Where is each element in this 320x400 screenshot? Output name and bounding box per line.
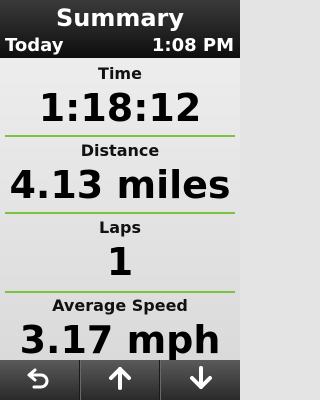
stat-value: 3.17 mph xyxy=(19,318,221,360)
time-label: 1:08 PM xyxy=(151,35,234,56)
summary-list[interactable]: Time 1:18:12 Distance 4.13 miles Laps 1 … xyxy=(0,58,240,360)
arrow-up-icon xyxy=(107,365,133,395)
stat-label: Time xyxy=(98,64,142,83)
arrow-down-icon xyxy=(188,365,214,395)
header-bar: Summary Today 1:08 PM xyxy=(0,0,240,58)
back-button[interactable] xyxy=(0,360,80,400)
stat-value: 4.13 miles xyxy=(9,163,231,207)
date-label: Today xyxy=(5,35,64,56)
stat-average-speed: Average Speed 3.17 mph xyxy=(0,293,240,360)
stat-value: 1 xyxy=(106,240,134,284)
stat-label: Laps xyxy=(99,218,141,237)
scroll-down-button[interactable] xyxy=(160,360,240,400)
scroll-up-button[interactable] xyxy=(79,360,161,400)
stat-laps: Laps 1 xyxy=(0,214,240,291)
stat-label: Average Speed xyxy=(52,296,188,315)
bottom-toolbar xyxy=(0,360,240,400)
stat-time: Time 1:18:12 xyxy=(0,58,240,135)
stat-distance: Distance 4.13 miles xyxy=(0,137,240,214)
stat-label: Distance xyxy=(80,141,160,160)
stat-value: 1:18:12 xyxy=(38,86,202,130)
page-title: Summary xyxy=(55,4,185,32)
back-arrow-icon xyxy=(26,365,52,395)
